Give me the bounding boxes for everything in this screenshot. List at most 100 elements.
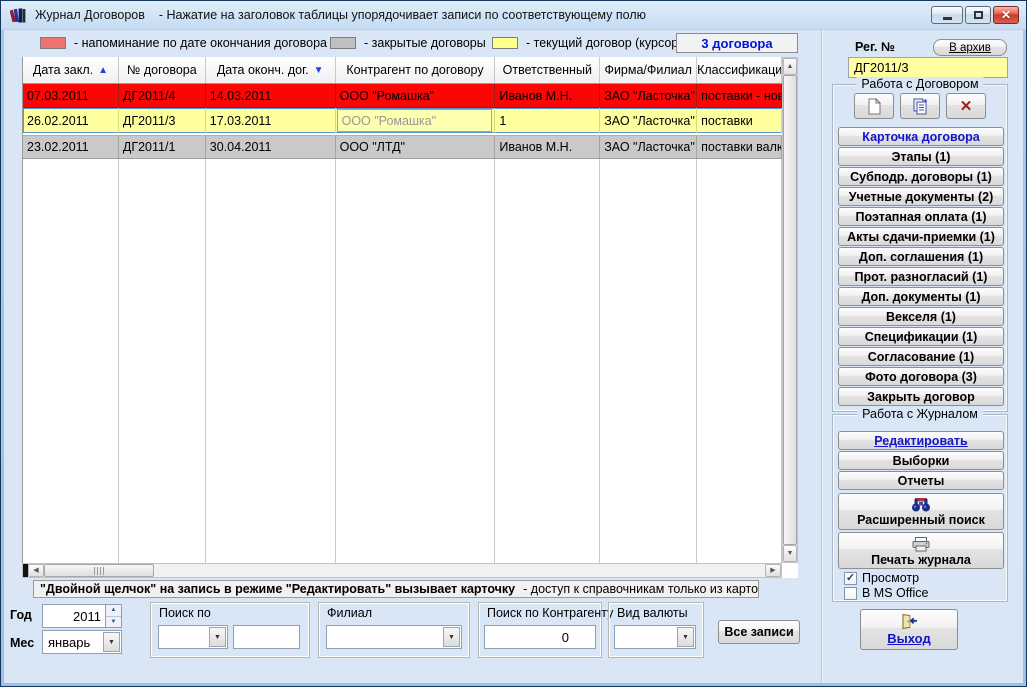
vertical-scrollbar[interactable]: ▲ ▼ (782, 57, 798, 563)
checkbox-label: В MS Office (862, 586, 929, 600)
contract-section-button[interactable]: Учетные документы (2) (838, 187, 1004, 206)
chevron-down-icon[interactable]: ▼ (443, 627, 460, 647)
year-spin-buttons[interactable]: ▲ ▼ (105, 605, 121, 627)
chevron-down-icon[interactable]: ▼ (103, 632, 120, 652)
restore-icon (973, 11, 983, 19)
journal-section-button[interactable]: Отчеты (838, 471, 1004, 490)
exit-button[interactable]: Выход (860, 609, 958, 650)
delete-contract-button[interactable]: ✕ (946, 93, 986, 119)
column-header-label: Фирма/Филиал (604, 63, 692, 77)
table-cell: ЗАО "Ласточка" (600, 84, 698, 107)
checked-checkbox[interactable]: ✓ (844, 571, 857, 585)
scroll-down-icon[interactable]: ▼ (783, 545, 797, 562)
search-by-select[interactable]: ▼ (158, 625, 228, 649)
scroll-right-icon[interactable]: ▶ (765, 564, 781, 577)
contract-section-button[interactable]: Этапы (1) (838, 147, 1004, 166)
restore-button[interactable] (965, 6, 991, 24)
currency-value (615, 626, 676, 648)
branch-select[interactable]: ▼ (326, 625, 462, 649)
spin-down-icon[interactable]: ▼ (106, 616, 121, 627)
window-title-hint: - Нажатие на заголовок таблицы упорядочи… (158, 8, 646, 22)
currency-select[interactable]: ▼ (614, 625, 696, 649)
column-header-5[interactable]: Ответственный (495, 57, 601, 83)
branch-label: Филиал (327, 606, 373, 620)
scrollbar-corner (782, 563, 798, 578)
column-header-7[interactable]: Классификация (697, 57, 782, 83)
contract-section-button[interactable]: Акты сдачи-приемки (1) (838, 227, 1004, 246)
column-header-6[interactable]: Фирма/Филиал (600, 57, 698, 83)
search-by-input[interactable] (233, 625, 300, 649)
table-cell: поставки валютные (697, 136, 782, 158)
table-cell: 1 (495, 108, 601, 133)
unchecked-checkbox[interactable] (844, 586, 857, 600)
contract-section-button[interactable]: Согласование (1) (838, 347, 1004, 366)
horizontal-scroll-thumb[interactable] (44, 564, 154, 577)
legend-swatch (492, 37, 518, 49)
year-value[interactable]: 2011 (43, 605, 105, 627)
contract-section-button[interactable]: Поэтапная оплата (1) (838, 207, 1004, 226)
contract-section-button[interactable]: Векселя (1) (838, 307, 1004, 326)
scroll-left-icon[interactable]: ◀ (28, 564, 44, 577)
checkbox-row: В MS Office (844, 586, 928, 600)
horizontal-scrollbar[interactable]: ◀ ▶ (22, 563, 782, 578)
column-header-label: Контрагент по договору (346, 63, 484, 77)
edit-mode-button[interactable]: Редактировать (838, 431, 1004, 450)
legend-label: - текущий договор (курсор) (526, 36, 683, 50)
close-button[interactable]: ✕ (993, 6, 1019, 24)
column-header-label: Дата оконч. дог. (216, 63, 309, 77)
column-header-2[interactable]: № договора (119, 57, 206, 83)
month-label: Мес (10, 636, 35, 650)
minimize-button[interactable] (931, 6, 963, 24)
archive-button[interactable]: В архив (933, 39, 1007, 56)
column-header-4[interactable]: Контрагент по договору (336, 57, 496, 83)
sort-asc-icon: ▲ (98, 64, 108, 76)
table-cell: ДГ2011/3 (119, 108, 206, 133)
checkbox-label: Просмотр (862, 571, 920, 585)
contractor-search-value: 0 (561, 629, 569, 645)
contract-section-button[interactable]: Доп. документы (1) (838, 287, 1004, 306)
grid-column (697, 159, 782, 563)
new-contract-button[interactable] (854, 93, 894, 119)
focused-cell[interactable]: ООО "Ромашка" (336, 109, 493, 132)
contract-section-button[interactable]: Фото договора (3) (838, 367, 1004, 386)
contract-section-button[interactable]: Доп. соглашения (1) (838, 247, 1004, 266)
legend-item: - текущий договор (курсор) (492, 35, 682, 51)
scroll-up-icon[interactable]: ▲ (783, 58, 797, 75)
close-icon: ✕ (1000, 8, 1012, 22)
table-row[interactable]: 07.03.2011 ДГ2011/4 14.03.2011 ООО "Ромашка… (23, 84, 782, 108)
new-document-icon (868, 97, 881, 114)
print-journal-button[interactable]: Печать журнала (838, 532, 1004, 569)
copy-contract-button[interactable] (900, 93, 940, 119)
scroll-track[interactable] (154, 564, 765, 577)
table-cell: Иванов М.Н. (495, 84, 601, 107)
chevron-down-icon[interactable]: ▼ (677, 627, 694, 647)
window-title: Журнал Договоров (35, 8, 145, 22)
table-row[interactable]: 23.02.2011 ДГ2011/1 30.04.2011 ООО "ЛТД" Ива… (23, 135, 782, 159)
contract-section-button[interactable]: Прот. разногласий (1) (838, 267, 1004, 286)
contract-section-button[interactable]: Субподр. договоры (1) (838, 167, 1004, 186)
contract-section-button[interactable]: Спецификации (1) (838, 327, 1004, 346)
chevron-down-icon[interactable]: ▼ (209, 627, 226, 647)
journal-section-button[interactable]: Выборки (838, 451, 1004, 470)
contract-section-button[interactable]: Закрыть договор (838, 387, 1004, 406)
legend-item: - напоминание по дате окончания договора (40, 35, 330, 51)
checkbox-row: ✓ Просмотр (844, 571, 919, 585)
month-value: январь (48, 634, 91, 650)
spin-up-icon[interactable]: ▲ (106, 605, 121, 617)
titlebar: Журнал Договоров - Нажатие на заголовок … (1, 1, 1026, 29)
column-header-3[interactable]: Дата оконч. дог. ▼ (206, 57, 336, 83)
reg-number-field[interactable]: ДГ2011/3 (848, 57, 1008, 78)
contract-card-button[interactable]: Карточка договора (838, 127, 1004, 146)
vertical-scroll-thumb[interactable] (783, 75, 797, 545)
advanced-search-button[interactable]: Расширенный поиск (838, 493, 1004, 530)
table-cell: Иванов М.Н. (495, 136, 601, 158)
column-header-1[interactable]: Дата закл. ▲ (23, 57, 119, 83)
table-row[interactable]: 26.02.2011 ДГ2011/3 17.03.2011 ООО "Ромашка… (23, 108, 782, 133)
delete-x-icon: ✕ (959, 97, 973, 115)
table-cell: ООО "Ромашка" (336, 84, 496, 107)
month-select[interactable]: январь ▼ (42, 630, 122, 654)
year-stepper[interactable]: 2011 ▲ ▼ (42, 604, 122, 628)
all-records-button[interactable]: Все записи (718, 620, 800, 644)
column-header-label: Дата закл. (32, 63, 94, 77)
contractor-search-input[interactable]: 0 (484, 625, 596, 649)
